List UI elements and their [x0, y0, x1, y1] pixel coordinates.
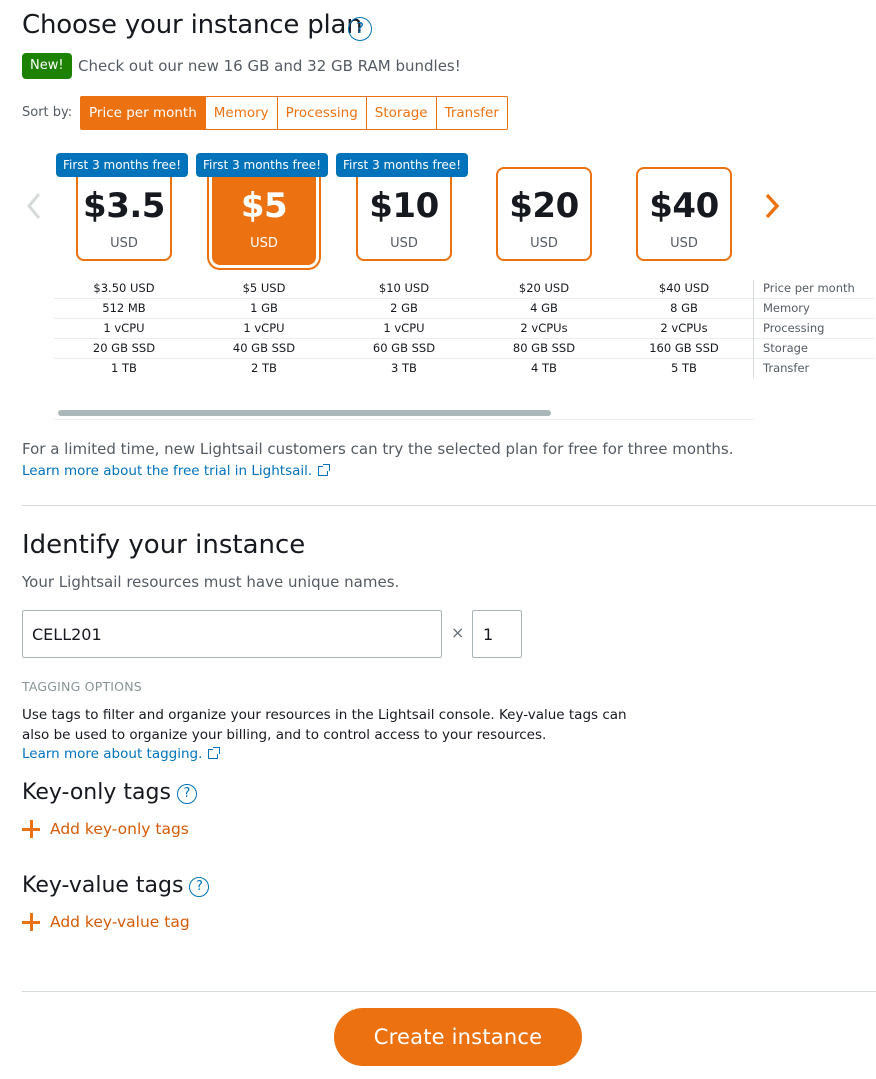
free-trial-text: For a limited time, new Lightsail custom…	[22, 440, 734, 458]
sort-processing-button[interactable]: Processing	[276, 97, 366, 129]
plan-price: $5	[240, 186, 288, 226]
spec-label-storage: Storage	[763, 341, 808, 355]
sort-transfer-button[interactable]: Transfer	[435, 97, 507, 129]
horizontal-scrollbar-thumb[interactable]	[58, 410, 551, 416]
spec-price: $10 USD	[378, 281, 430, 295]
spec-price: $5 USD	[242, 281, 286, 295]
spec-label-transfer: Transfer	[763, 361, 810, 375]
spec-transfer: 2 TB	[251, 361, 277, 375]
add-key-only-tags-button[interactable]: Add key-only tags	[22, 820, 189, 838]
spec-row-divider	[54, 318, 874, 319]
plus-icon	[22, 913, 40, 931]
times-icon: ×	[451, 623, 465, 642]
plan-card-20[interactable]: $20 USD	[496, 167, 592, 261]
page-title: Choose your instance plan ?	[22, 10, 372, 41]
free-trial-badge: First 3 months free!	[196, 153, 329, 177]
key-value-tags-title-text: Key-value tags	[22, 873, 184, 898]
free-trial-link-text: Learn more about the free trial in Light…	[22, 463, 313, 479]
identify-title: Identify your instance	[22, 530, 306, 560]
chevron-right-icon[interactable]	[763, 189, 783, 231]
external-link-icon	[318, 464, 331, 476]
spec-storage: 20 GB SSD	[92, 341, 156, 355]
plan-currency: USD	[530, 236, 558, 251]
instance-name-input[interactable]	[22, 610, 442, 658]
spec-transfer: 5 TB	[671, 361, 697, 375]
spec-row-divider	[54, 298, 874, 299]
plan-card-3-5[interactable]: $3.5 USD	[76, 167, 172, 261]
spec-memory: 1 GB	[250, 301, 278, 315]
page-title-text: Choose your instance plan	[22, 10, 363, 40]
spec-processing: 1 vCPU	[103, 321, 145, 335]
free-trial-badge: First 3 months free!	[336, 153, 469, 177]
spec-memory: 2 GB	[390, 301, 418, 315]
plan-price: $20	[509, 186, 579, 226]
sort-storage-button[interactable]: Storage	[365, 97, 436, 129]
spec-processing: 2 vCPUs	[520, 321, 568, 335]
spec-label-processing: Processing	[763, 321, 825, 335]
tagging-description: Use tags to filter and organize your res…	[22, 707, 627, 743]
spec-memory: 8 GB	[670, 301, 698, 315]
create-instance-button[interactable]: Create instance	[334, 1008, 582, 1066]
spec-price: $20 USD	[518, 281, 570, 295]
section-divider	[22, 505, 876, 506]
spec-transfer: 1 TB	[111, 361, 137, 375]
free-trial-link[interactable]: Learn more about the free trial in Light…	[22, 463, 331, 479]
tagging-learn-link[interactable]: Learn more about tagging.	[22, 746, 221, 762]
add-key-value-tag-button[interactable]: Add key-value tag	[22, 913, 190, 931]
help-icon[interactable]: ?	[348, 17, 372, 41]
spec-label-memory: Memory	[763, 301, 810, 315]
spec-price: $40 USD	[658, 281, 710, 295]
help-icon[interactable]: ?	[189, 877, 210, 897]
spec-storage: 60 GB SSD	[372, 341, 436, 355]
key-value-tags-title: Key-value tags?	[22, 873, 210, 898]
free-trial-badge: First 3 months free!	[56, 153, 189, 177]
plan-price: $3.5	[83, 186, 165, 226]
spec-row-divider	[54, 338, 874, 339]
tagging-options-title: TAGGING OPTIONS	[22, 679, 142, 694]
spec-processing: 1 vCPU	[383, 321, 425, 335]
help-icon[interactable]: ?	[176, 784, 197, 804]
section-divider	[22, 991, 876, 992]
key-only-tags-title: Key-only tags?	[22, 780, 197, 805]
plus-icon	[22, 820, 40, 838]
spec-processing: 1 vCPU	[243, 321, 285, 335]
tagging-learn-link-text: Learn more about tagging.	[22, 746, 203, 762]
plan-price: $10	[369, 186, 439, 226]
new-bundles-text: Check out our new 16 GB and 32 GB RAM bu…	[78, 57, 461, 75]
identify-subtitle: Your Lightsail resources must have uniqu…	[22, 573, 400, 591]
plan-price: $40	[649, 186, 719, 226]
instance-quantity-input[interactable]	[472, 610, 522, 658]
spec-memory: 512 MB	[102, 301, 146, 315]
plan-currency: USD	[110, 236, 138, 251]
spec-transfer: 4 TB	[531, 361, 557, 375]
plan-card-40[interactable]: $40 USD	[636, 167, 732, 261]
spec-transfer: 3 TB	[391, 361, 417, 375]
plan-currency: USD	[390, 236, 418, 251]
spec-price: $3.50 USD	[93, 281, 155, 295]
external-link-icon	[208, 747, 221, 759]
add-key-only-tags-label: Add key-only tags	[50, 820, 189, 838]
spec-storage: 80 GB SSD	[512, 341, 576, 355]
spec-storage: 40 GB SSD	[232, 341, 296, 355]
plan-currency: USD	[670, 236, 698, 251]
chevron-left-icon[interactable]	[24, 189, 44, 231]
new-badge: New!	[22, 53, 72, 79]
spec-storage: 160 GB SSD	[649, 341, 719, 355]
plan-card-5[interactable]: $5 USD	[212, 167, 316, 265]
spec-memory: 4 GB	[530, 301, 558, 315]
spec-processing: 2 vCPUs	[660, 321, 708, 335]
spec-row-divider	[54, 358, 874, 359]
plan-currency: USD	[250, 236, 278, 251]
key-only-tags-title-text: Key-only tags	[22, 780, 171, 805]
sort-memory-button[interactable]: Memory	[204, 97, 277, 129]
plan-card-10[interactable]: $10 USD	[356, 167, 452, 261]
sort-price-button[interactable]: Price per month	[81, 97, 205, 129]
spec-label-price: Price per month	[763, 281, 855, 295]
sort-by-label: Sort by:	[22, 105, 73, 120]
add-key-value-tag-label: Add key-value tag	[50, 913, 190, 931]
sort-button-group: Price per month Memory Processing Storag…	[80, 96, 508, 130]
